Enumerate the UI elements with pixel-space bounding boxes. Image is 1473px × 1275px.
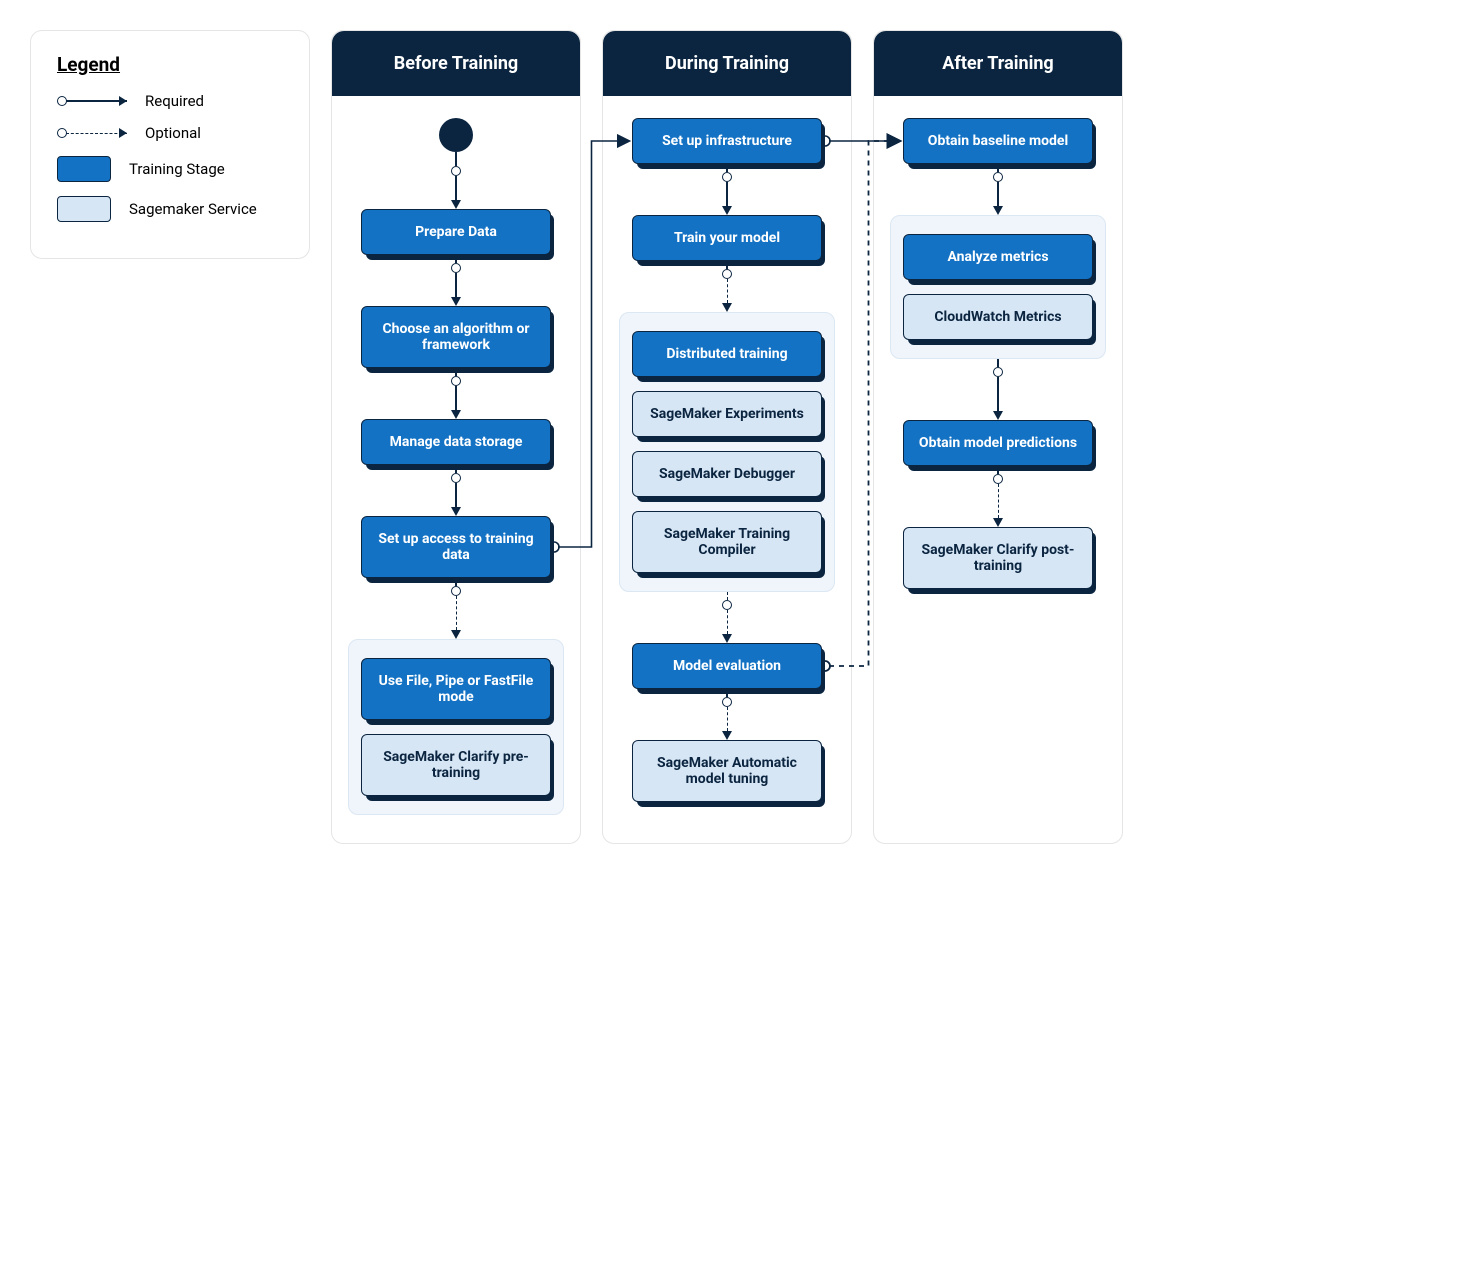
legend: Legend Required Optional Training Stage … xyxy=(30,30,310,259)
connector xyxy=(451,465,461,516)
connector xyxy=(451,152,461,209)
legend-row-stage: Training Stage xyxy=(57,156,283,182)
node-auto-tuning: SageMaker Automatic model tuning xyxy=(632,740,822,802)
node-train-model: Train your model xyxy=(632,215,822,261)
connector xyxy=(451,255,461,306)
node-setup-access: Set up access to training data xyxy=(361,516,551,578)
node-compiler: SageMaker Training Compiler xyxy=(632,511,822,573)
node-predictions: Obtain model predictions xyxy=(903,420,1093,466)
node-model-eval: Model evaluation xyxy=(632,643,822,689)
column-during-training: During Training Set up infrastructure Tr… xyxy=(602,30,852,844)
after-metrics-group: Analyze metrics CloudWatch Metrics xyxy=(890,215,1106,359)
start-node xyxy=(439,118,473,152)
legend-service-label: Sagemaker Service xyxy=(129,200,257,218)
connector xyxy=(451,368,461,419)
node-setup-infra: Set up infrastructure xyxy=(632,118,822,164)
connector xyxy=(722,164,732,215)
column-header-after: After Training xyxy=(874,31,1122,96)
node-distributed: Distributed training xyxy=(632,331,822,377)
ml-workflow-diagram: Legend Required Optional Training Stage … xyxy=(30,30,1443,844)
column-header-during: During Training xyxy=(603,31,851,96)
connector xyxy=(993,359,1003,420)
node-prepare-data: Prepare Data xyxy=(361,209,551,255)
node-file-mode: Use File, Pipe or FastFile mode xyxy=(361,658,551,720)
before-optional-group: Use File, Pipe or FastFile mode SageMake… xyxy=(348,639,564,815)
legend-row-optional: Optional xyxy=(57,124,283,142)
legend-optional-label: Optional xyxy=(145,124,201,142)
legend-title: Legend xyxy=(57,53,283,76)
node-manage-storage: Manage data storage xyxy=(361,419,551,465)
legend-stage-label: Training Stage xyxy=(129,160,225,178)
node-baseline: Obtain baseline model xyxy=(903,118,1093,164)
node-cloudwatch: CloudWatch Metrics xyxy=(903,294,1093,340)
node-experiments: SageMaker Experiments xyxy=(632,391,822,437)
connector-optional xyxy=(993,466,1003,527)
node-analyze-metrics: Analyze metrics xyxy=(903,234,1093,280)
during-optional-group: Distributed training SageMaker Experimen… xyxy=(619,312,835,592)
legend-row-service: Sagemaker Service xyxy=(57,196,283,222)
legend-service-swatch xyxy=(57,196,111,222)
legend-stage-swatch xyxy=(57,156,111,182)
node-clarify-post: SageMaker Clarify post-training xyxy=(903,527,1093,589)
column-header-before: Before Training xyxy=(332,31,580,96)
node-clarify-pre: SageMaker Clarify pre-training xyxy=(361,734,551,796)
connector-optional xyxy=(722,261,732,312)
legend-required-label: Required xyxy=(145,92,204,110)
node-choose-algo: Choose an algorithm or framework xyxy=(361,306,551,368)
connector xyxy=(993,164,1003,215)
connector-optional xyxy=(451,578,461,639)
connector-optional xyxy=(722,592,732,643)
column-before-training: Before Training Prepare Data Choose an a… xyxy=(331,30,581,844)
node-debugger: SageMaker Debugger xyxy=(632,451,822,497)
connector-optional xyxy=(722,689,732,740)
column-after-training: After Training Obtain baseline model Ana… xyxy=(873,30,1123,844)
legend-optional-line xyxy=(57,126,127,140)
legend-required-line xyxy=(57,94,127,108)
legend-row-required: Required xyxy=(57,92,283,110)
